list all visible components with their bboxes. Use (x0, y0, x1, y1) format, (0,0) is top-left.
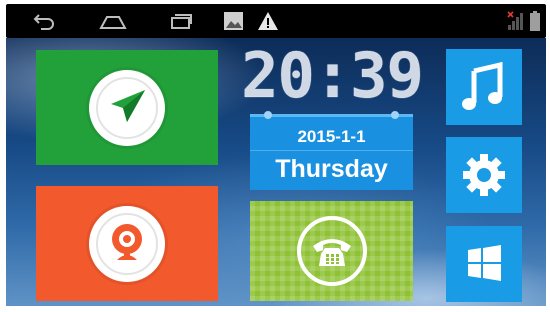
music-tile[interactable] (446, 49, 522, 125)
warning-icon (256, 9, 280, 33)
telephone-icon (296, 216, 367, 286)
home-screen: 20:39 2015-1-1 Thursday (6, 38, 546, 306)
calendar-date: 2015-1-1 (297, 127, 366, 146)
navigation-arrow-icon (89, 69, 165, 146)
gear-icon (463, 154, 505, 196)
home-icon[interactable] (98, 9, 128, 33)
windows-tile[interactable] (446, 226, 522, 302)
settings-tile[interactable] (446, 137, 522, 213)
status-bar (6, 4, 546, 38)
phone-tile[interactable] (250, 201, 413, 301)
calendar-pin (391, 111, 399, 119)
signal-no-service-icon (506, 9, 526, 33)
calendar-widget[interactable]: 2015-1-1 Thursday (250, 111, 413, 190)
calendar-pin (264, 111, 272, 119)
camera-tile[interactable] (36, 186, 218, 301)
calendar-weekday: Thursday (275, 155, 388, 183)
battery-icon (528, 9, 542, 33)
navigation-tile[interactable] (36, 50, 218, 165)
clock-time: 20:39 (241, 38, 424, 112)
clock-time-text: 20:39 (241, 38, 424, 112)
picture-icon (222, 9, 246, 33)
webcam-icon (89, 205, 165, 282)
recent-apps-icon[interactable] (166, 9, 194, 33)
back-arrow-icon[interactable] (32, 9, 56, 33)
windows-logo-icon (468, 245, 501, 281)
music-note-icon (462, 61, 503, 110)
calendar-divider (250, 150, 413, 151)
